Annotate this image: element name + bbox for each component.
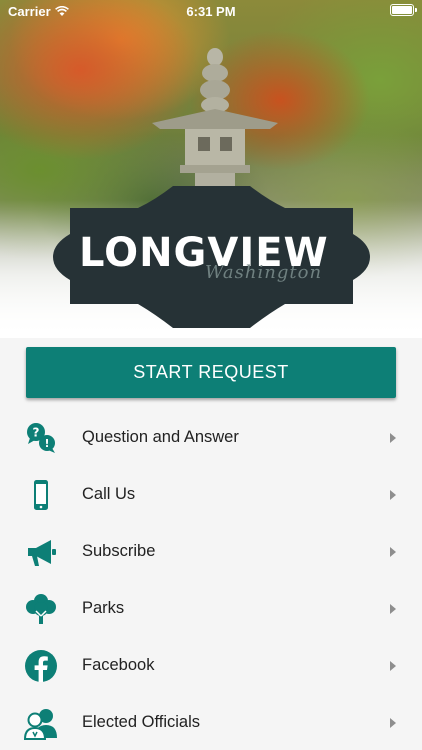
status-time: 6:31 PM (186, 4, 236, 19)
menu-item-label: Facebook (82, 656, 155, 674)
menu-item-elected-officials[interactable]: Elected Officials (0, 694, 422, 750)
menu-list: ? ! Question and Answer Call Us Subscrib… (0, 409, 422, 750)
chevron-right-icon (390, 717, 396, 728)
logo-script: Washington (205, 262, 323, 283)
svg-text:!: ! (44, 437, 49, 450)
menu-item-label: Question and Answer (82, 428, 239, 446)
tree-icon (24, 592, 58, 626)
menu-item-label: Subscribe (82, 542, 156, 560)
status-bar: Carrier 6:31 PM (0, 0, 422, 22)
header-hero-image: LONGVIEW Washington (0, 0, 422, 338)
question-answer-icon: ? ! (24, 421, 58, 455)
chevron-right-icon (390, 432, 396, 443)
menu-item-label: Parks (82, 599, 125, 617)
menu-item-parks[interactable]: Parks (0, 580, 422, 637)
stone-lantern-image (152, 48, 278, 195)
menu-item-label: Call Us (82, 485, 136, 503)
officials-icon (24, 706, 58, 740)
longview-logo: LONGVIEW Washington (53, 186, 370, 328)
battery-icon (390, 4, 417, 16)
chevron-right-icon (390, 489, 396, 500)
start-request-button[interactable]: START REQUEST (26, 347, 396, 398)
chevron-right-icon (390, 546, 396, 557)
facebook-icon (24, 649, 58, 683)
menu-item-subscribe[interactable]: Subscribe (0, 523, 422, 580)
phone-icon (24, 478, 58, 512)
chevron-right-icon (390, 603, 396, 614)
menu-item-call-us[interactable]: Call Us (0, 466, 422, 523)
menu-item-label: Elected Officials (82, 713, 200, 731)
svg-text:?: ? (33, 425, 40, 439)
menu-item-question-answer[interactable]: ? ! Question and Answer (0, 409, 422, 466)
megaphone-icon (24, 535, 58, 569)
menu-item-facebook[interactable]: Facebook (0, 637, 422, 694)
chevron-right-icon (390, 660, 396, 671)
